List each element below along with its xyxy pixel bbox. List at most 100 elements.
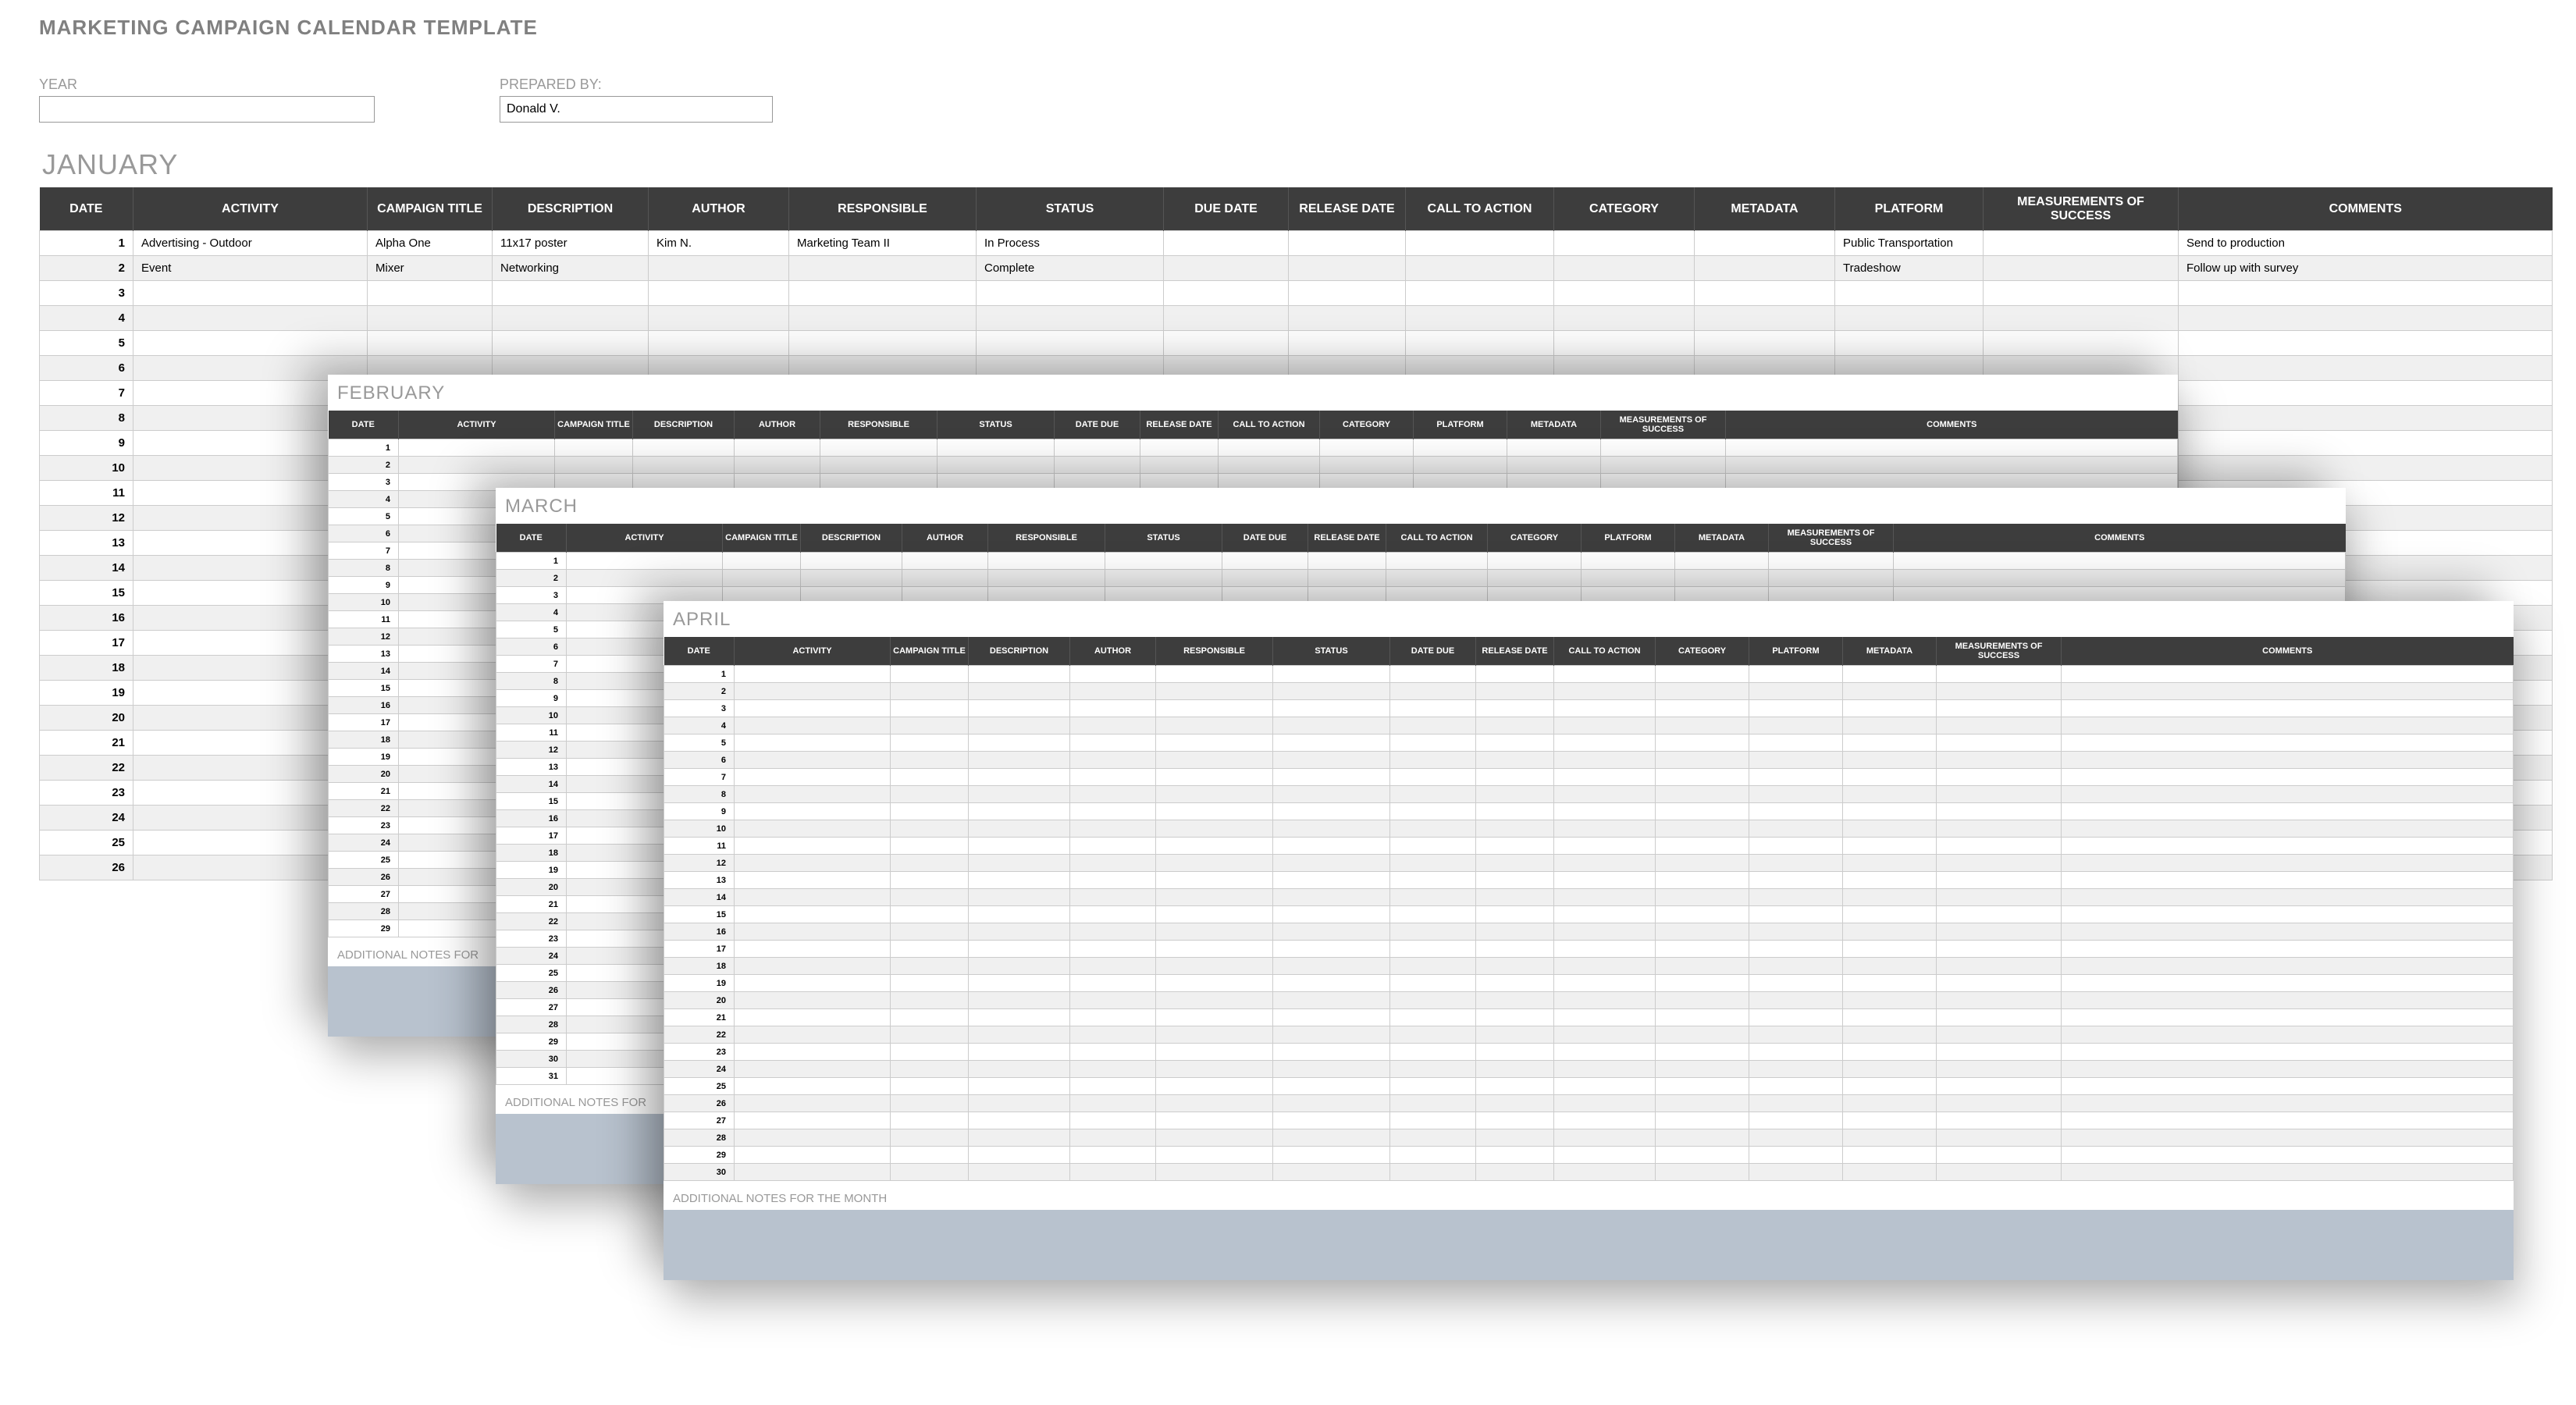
- table-cell[interactable]: 27: [496, 999, 567, 1016]
- table-cell[interactable]: [1937, 1095, 2062, 1112]
- table-cell[interactable]: [1476, 958, 1554, 975]
- table-cell[interactable]: [1156, 717, 1273, 735]
- table-cell[interactable]: [1554, 1061, 1656, 1078]
- table-cell[interactable]: 26: [664, 1095, 735, 1112]
- table-cell[interactable]: 10: [496, 707, 567, 724]
- table-cell[interactable]: 30: [664, 1164, 735, 1181]
- table-cell[interactable]: [2062, 889, 2514, 906]
- table-cell[interactable]: [1476, 923, 1554, 941]
- table-cell[interactable]: 5: [664, 735, 735, 752]
- table-cell[interactable]: 16: [496, 810, 567, 827]
- table-cell[interactable]: [1156, 700, 1273, 717]
- table-cell[interactable]: [1656, 666, 1749, 683]
- table-cell[interactable]: 10: [664, 820, 735, 838]
- table-cell[interactable]: [1070, 769, 1156, 786]
- table-cell[interactable]: [1390, 1009, 1476, 1026]
- table-cell[interactable]: [735, 958, 891, 975]
- table-cell[interactable]: 21: [40, 731, 133, 756]
- table-cell[interactable]: [1656, 752, 1749, 769]
- table-cell[interactable]: [2179, 431, 2553, 456]
- table-cell[interactable]: [1320, 439, 1414, 457]
- table-cell[interactable]: [938, 439, 1055, 457]
- table-cell[interactable]: 5: [329, 508, 399, 525]
- table-cell[interactable]: 2: [40, 256, 133, 281]
- table-cell[interactable]: 8: [664, 786, 735, 803]
- table-cell[interactable]: [1070, 717, 1156, 735]
- table-cell[interactable]: [1656, 820, 1749, 838]
- table-cell[interactable]: 20: [40, 706, 133, 731]
- table-cell[interactable]: [1476, 666, 1554, 683]
- table-cell[interactable]: [977, 281, 1164, 306]
- table-cell[interactable]: [1070, 855, 1156, 872]
- table-cell[interactable]: [1289, 231, 1406, 256]
- table-cell[interactable]: 22: [329, 800, 399, 817]
- table-cell[interactable]: [1554, 1078, 1656, 1095]
- table-cell[interactable]: [1273, 1112, 1390, 1129]
- table-cell[interactable]: [1070, 700, 1156, 717]
- table-cell[interactable]: [1273, 1147, 1390, 1164]
- table-cell[interactable]: 26: [40, 855, 133, 880]
- table-cell[interactable]: [891, 820, 969, 838]
- table-cell[interactable]: [1656, 941, 1749, 958]
- table-cell[interactable]: [789, 281, 977, 306]
- table-cell[interactable]: [902, 553, 988, 570]
- table-cell[interactable]: [2179, 281, 2553, 306]
- table-cell[interactable]: [1675, 570, 1769, 587]
- table-cell[interactable]: [969, 855, 1070, 872]
- table-cell[interactable]: [1390, 838, 1476, 855]
- table-cell[interactable]: [1656, 889, 1749, 906]
- table-cell[interactable]: [1656, 769, 1749, 786]
- table-cell[interactable]: [969, 1026, 1070, 1044]
- table-cell[interactable]: Send to production: [2179, 231, 2553, 256]
- table-cell[interactable]: [1289, 306, 1406, 331]
- table-cell[interactable]: [1164, 306, 1289, 331]
- table-cell[interactable]: 7: [664, 769, 735, 786]
- table-cell[interactable]: [1070, 803, 1156, 820]
- table-cell[interactable]: [1554, 786, 1656, 803]
- table-cell[interactable]: [1390, 752, 1476, 769]
- table-cell[interactable]: [891, 1044, 969, 1061]
- table-cell[interactable]: [1843, 906, 1937, 923]
- table-cell[interactable]: [1554, 331, 1695, 356]
- table-cell[interactable]: [1937, 752, 2062, 769]
- table-cell[interactable]: 25: [40, 831, 133, 855]
- table-cell[interactable]: [891, 1129, 969, 1147]
- table-cell[interactable]: [2062, 786, 2514, 803]
- table-cell[interactable]: [133, 306, 368, 331]
- table-cell[interactable]: [1656, 838, 1749, 855]
- table-cell[interactable]: [1843, 1061, 1937, 1078]
- table-cell[interactable]: [735, 941, 891, 958]
- table-cell[interactable]: [1749, 975, 1843, 992]
- table-cell[interactable]: 24: [664, 1061, 735, 1078]
- table-cell[interactable]: [1156, 683, 1273, 700]
- table-cell[interactable]: [1476, 700, 1554, 717]
- table-cell[interactable]: [1390, 1164, 1476, 1181]
- table-cell[interactable]: 6: [329, 525, 399, 542]
- table-cell[interactable]: [1749, 992, 1843, 1009]
- table-cell[interactable]: [1843, 803, 1937, 820]
- table-cell[interactable]: [1843, 838, 1937, 855]
- table-cell[interactable]: 20: [664, 992, 735, 1009]
- table-cell[interactable]: [1937, 700, 2062, 717]
- table-cell[interactable]: [1554, 958, 1656, 975]
- table-cell[interactable]: [1476, 1009, 1554, 1026]
- table-cell[interactable]: [1749, 906, 1843, 923]
- table-cell[interactable]: [1273, 735, 1390, 752]
- table-cell[interactable]: [1656, 1009, 1749, 1026]
- table-cell[interactable]: [2062, 1147, 2514, 1164]
- table-cell[interactable]: [1273, 1009, 1390, 1026]
- table-cell[interactable]: 16: [40, 606, 133, 631]
- table-cell[interactable]: 4: [40, 306, 133, 331]
- table-cell[interactable]: [969, 1095, 1070, 1112]
- table-cell[interactable]: [735, 700, 891, 717]
- table-cell[interactable]: [555, 439, 633, 457]
- table-cell[interactable]: [969, 717, 1070, 735]
- table-cell[interactable]: [1843, 769, 1937, 786]
- table-cell[interactable]: [1656, 1147, 1749, 1164]
- table-cell[interactable]: [1695, 256, 1835, 281]
- table-cell[interactable]: [1222, 553, 1308, 570]
- table-cell[interactable]: [1554, 803, 1656, 820]
- table-cell[interactable]: 23: [329, 817, 399, 834]
- table-cell[interactable]: [1390, 855, 1476, 872]
- table-cell[interactable]: 10: [329, 594, 399, 611]
